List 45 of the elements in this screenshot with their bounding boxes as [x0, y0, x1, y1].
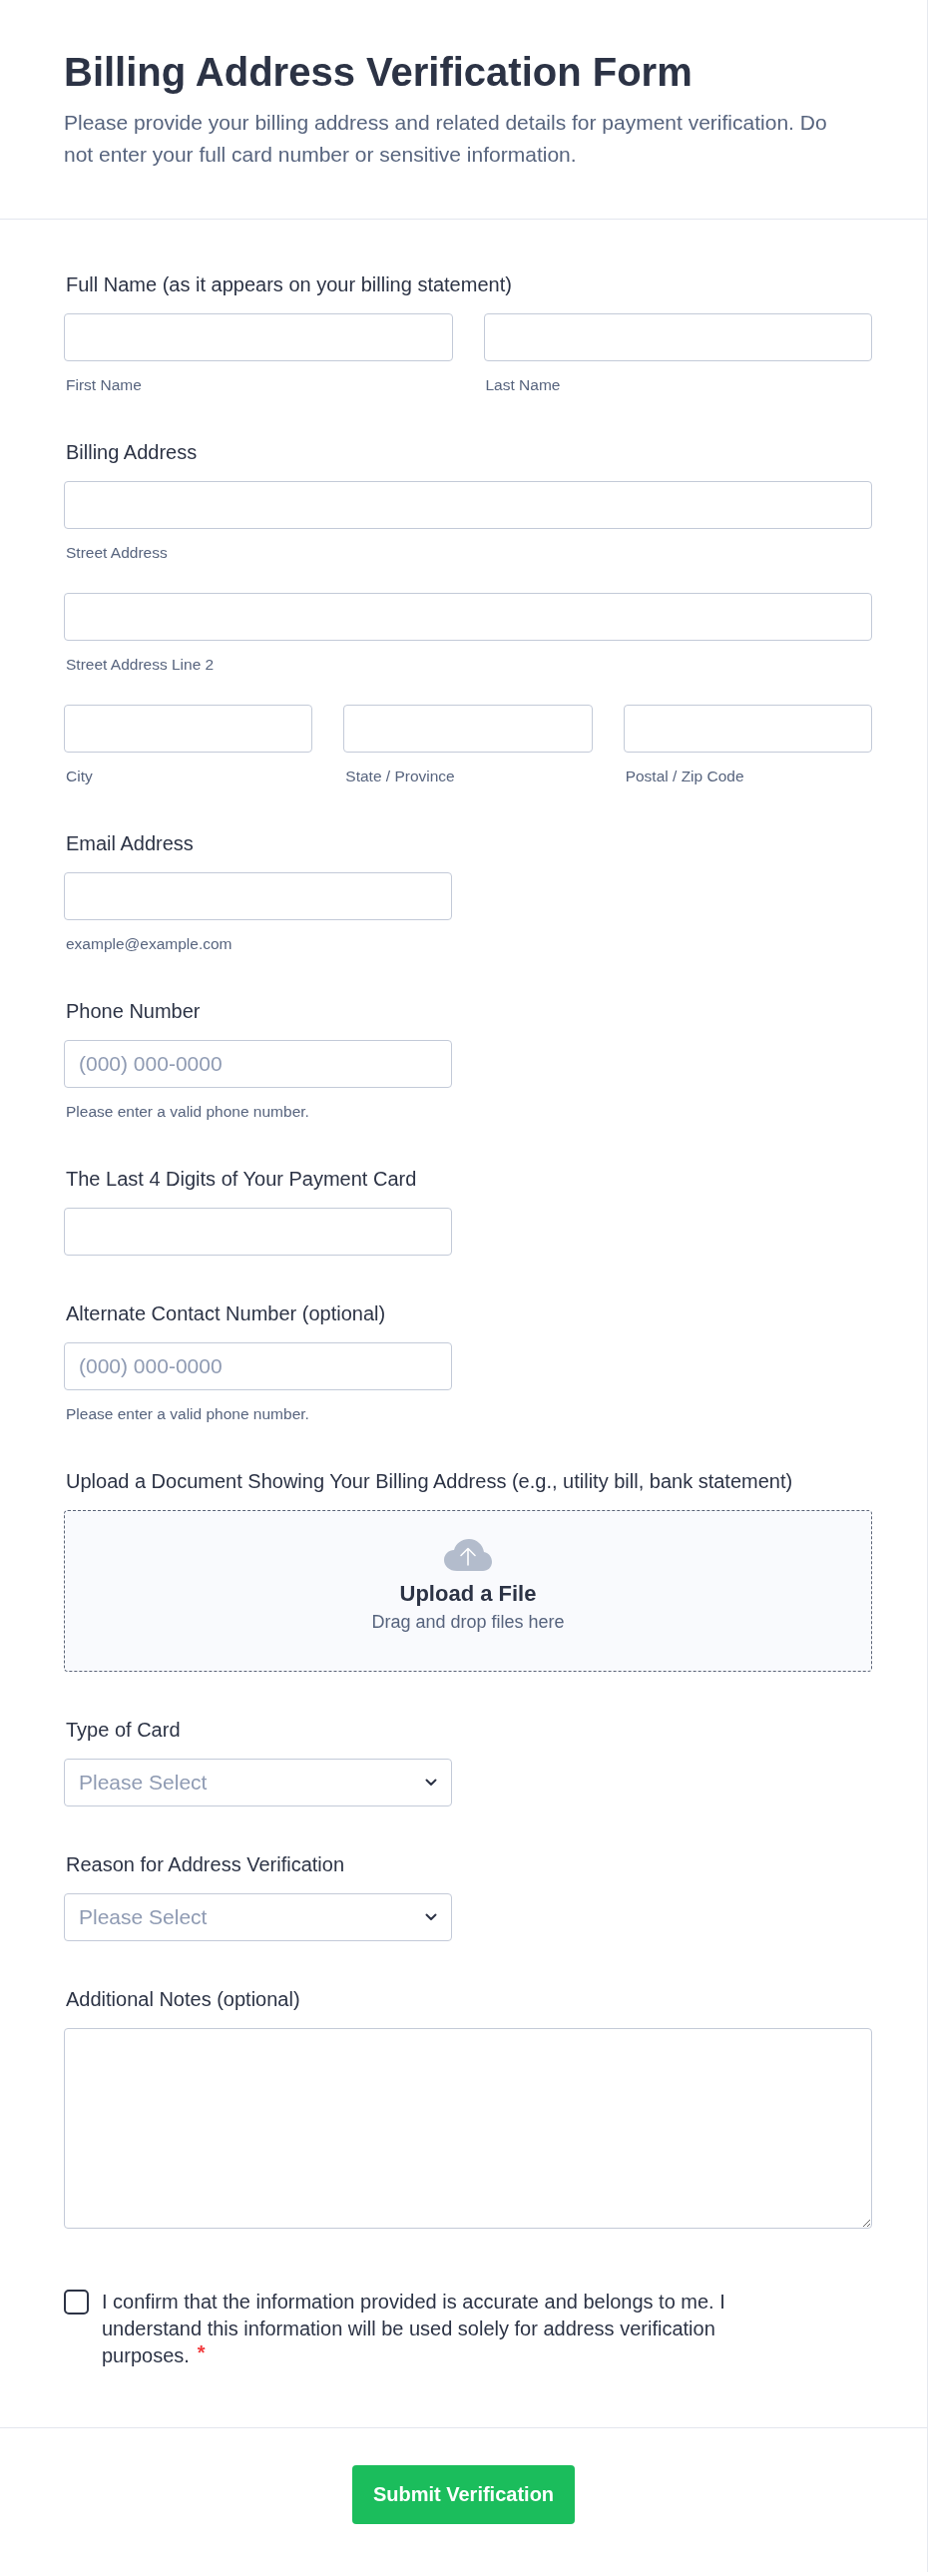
consent-text: I confirm that the information provided is accurate and belongs to me. I understand this information will be used solely for address verification purposes. * [102, 2290, 726, 2368]
field-label: Email Address [65, 831, 195, 855]
field-label: Full Name (as it appears on your billing statement) [65, 272, 513, 296]
input-field[interactable]: (000) 000-0000 [64, 1040, 452, 1088]
form-title: Billing Address Verification Form [64, 49, 694, 96]
checkbox[interactable] [64, 2290, 89, 2315]
field-sublabel: State / Province [344, 768, 456, 785]
field-sublabel: example@example.com [65, 935, 233, 953]
input-field[interactable] [64, 705, 313, 753]
field-sublabel: City [65, 768, 94, 785]
input-field[interactable]: (000) 000-0000 [64, 1342, 452, 1390]
field-label: Phone Number [65, 999, 202, 1023]
field-label: Alternate Contact Number (optional) [65, 1301, 387, 1325]
select-field[interactable]: Please Select [64, 1759, 452, 1806]
caret-icon [425, 1913, 437, 1921]
input-field[interactable] [64, 481, 872, 529]
field-sublabel: Please enter a valid phone number. [65, 1405, 310, 1423]
input-field[interactable] [64, 872, 452, 920]
select-field[interactable]: Please Select [64, 1893, 452, 1941]
upload-title: Upload a File [399, 1580, 537, 1608]
input-field[interactable] [483, 313, 872, 361]
field-label: Reason for Address Verification [65, 1852, 346, 1876]
input-field[interactable] [64, 1208, 452, 1256]
field-sublabel: Last Name [484, 376, 562, 394]
field-sublabel: Please enter a valid phone number. [65, 1103, 310, 1121]
form-description: Please provide your billing address and related details for payment verification. Do not enter your full card number or sensitive information. [64, 110, 828, 168]
field-sublabel: Postal / Zip Code [624, 768, 745, 785]
input-field[interactable] [343, 705, 593, 753]
upload-dropzone[interactable]: Upload a File Drag and drop files here [64, 1510, 872, 1672]
input-field[interactable] [64, 313, 453, 361]
field-sublabel: First Name [65, 376, 143, 394]
upload-hint: Drag and drop files here [371, 1611, 565, 1633]
textarea-field[interactable] [64, 2028, 872, 2229]
field-label: The Last 4 Digits of Your Payment Card [65, 1167, 418, 1191]
input-field[interactable] [64, 593, 872, 641]
input-field[interactable] [623, 705, 872, 753]
field-label: Billing Address [65, 440, 199, 464]
field-sublabel: Street Address [65, 544, 169, 562]
cloud-upload-icon [444, 1539, 492, 1571]
caret-icon [425, 1779, 437, 1787]
field-label: Additional Notes (optional) [65, 1987, 301, 2011]
field-label: Type of Card [65, 1718, 182, 1742]
field-label: Upload a Document Showing Your Billing Address (e.g., utility bill, bank statement) [65, 1469, 794, 1493]
submit-button[interactable]: Submit Verification [352, 2465, 575, 2524]
field-sublabel: Street Address Line 2 [65, 656, 216, 674]
